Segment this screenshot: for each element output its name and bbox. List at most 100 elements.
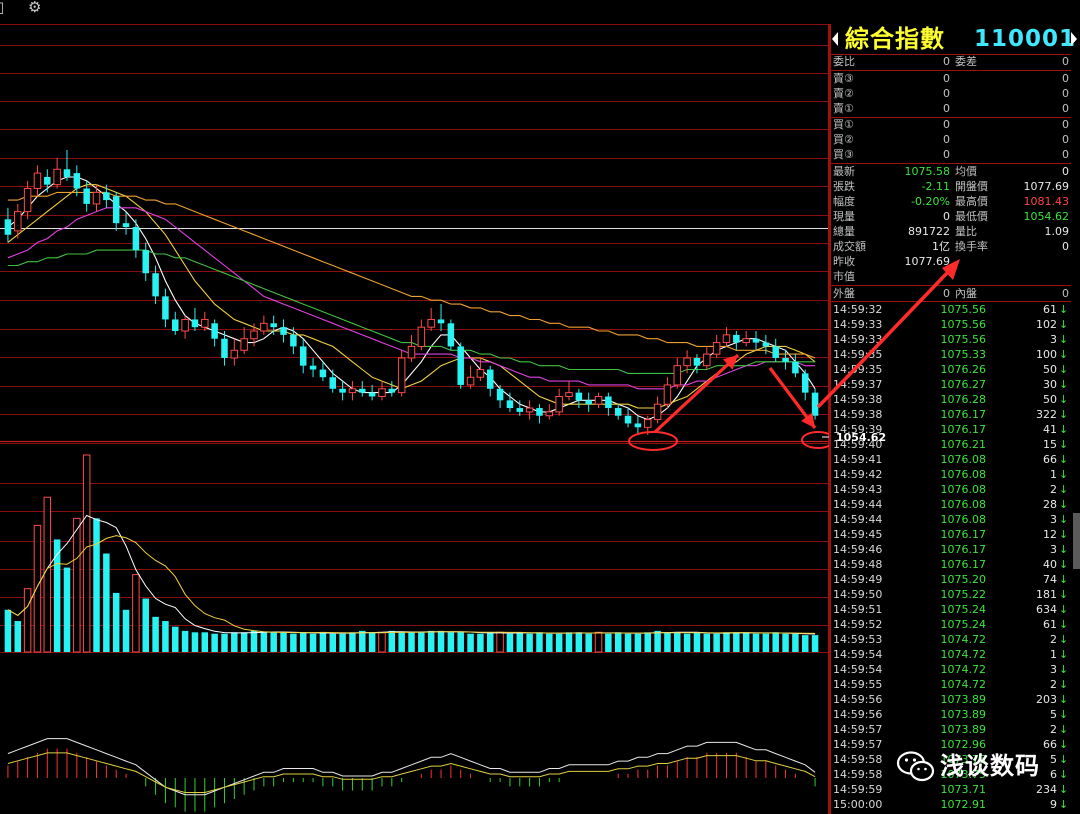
- candle-down: [309, 365, 317, 370]
- next-arrow-icon[interactable]: [1071, 32, 1077, 46]
- stat-label: 總量: [833, 225, 855, 238]
- down-arrow-icon: ↓: [1059, 423, 1069, 436]
- stat-label: 昨收: [833, 255, 855, 268]
- volume-bar-down: [349, 632, 356, 652]
- candle-up: [673, 365, 682, 386]
- tick-time: 14:59:41: [833, 453, 883, 466]
- volume-bar-up: [82, 454, 91, 653]
- prev-arrow-icon[interactable]: [832, 32, 838, 46]
- sell-label: 賣②: [833, 87, 854, 100]
- volume-bar-down: [703, 633, 711, 652]
- stat-value-2: 0: [1062, 165, 1069, 178]
- ratio-row: 委比 0 委差 0: [831, 54, 1071, 69]
- volume-bar-down: [211, 633, 218, 652]
- stat-value-2: 1081.43: [1023, 195, 1070, 208]
- candle-down: [733, 334, 740, 343]
- candle-down: [83, 188, 90, 204]
- volume-bar-down: [280, 632, 287, 652]
- tick-price: 1076.08: [940, 468, 987, 481]
- volume-bar-down: [221, 633, 228, 652]
- stat-row: 最新 1075.58 均價 0: [831, 164, 1071, 179]
- tick-time: 15:00:00: [833, 798, 883, 811]
- volume-bar-down: [516, 632, 524, 652]
- volume-bar-up: [378, 631, 386, 653]
- scrollbar[interactable]: [1073, 513, 1080, 569]
- stat-label: 成交額: [833, 240, 866, 253]
- tick-price: 1075.56: [940, 303, 987, 316]
- outer-label: 外盤: [833, 287, 855, 300]
- down-arrow-icon: ↓: [1059, 723, 1069, 736]
- ratio-diff-value: 0: [1062, 55, 1069, 68]
- volume-bar-down: [142, 598, 149, 652]
- volume-bar-down: [408, 632, 415, 652]
- volume-bar-down: [329, 633, 337, 652]
- volume-bar-down: [811, 635, 819, 652]
- tick-time: 14:59:35: [833, 363, 883, 376]
- candle-down: [172, 319, 179, 332]
- stat-label: 幅度: [833, 195, 855, 208]
- tick-time: 14:59:55: [833, 678, 883, 691]
- candle-down: [211, 323, 218, 339]
- tick-time: 14:59:35: [833, 348, 883, 361]
- tick-volume: 2: [1050, 678, 1057, 691]
- buy-row: 買③ 0 0: [831, 147, 1071, 162]
- down-arrow-icon: ↓: [1059, 543, 1069, 556]
- candle-up: [348, 388, 357, 394]
- volume-bar-down: [752, 633, 760, 652]
- down-arrow-icon: ↓: [1059, 408, 1069, 421]
- candle-down: [299, 346, 307, 366]
- candle-down: [792, 361, 799, 374]
- candle-down: [801, 373, 809, 393]
- volume-bar-down: [112, 592, 120, 652]
- candle-down: [782, 357, 789, 362]
- tick-time: 14:59:56: [833, 693, 883, 706]
- tick-row: 14:59:53 1074.72 2 ↓: [831, 632, 1071, 647]
- tick-volume: 28: [1043, 498, 1057, 511]
- volume-bar-down: [447, 632, 455, 652]
- volume-bar-down: [614, 632, 622, 652]
- volume-bar-up: [132, 574, 140, 653]
- candle-up: [722, 334, 731, 344]
- volume-bar-down: [388, 630, 396, 652]
- chart-area[interactable]: [0, 0, 829, 814]
- sell-volume: 0: [1062, 87, 1069, 100]
- tick-time: 14:59:59: [833, 783, 883, 796]
- tick-row: 14:59:52 1075.24 61 ↓: [831, 617, 1071, 632]
- tick-volume: 2: [1050, 483, 1057, 496]
- volume-bar-down: [565, 632, 573, 652]
- candle-down: [73, 173, 81, 189]
- volume-bar-down: [683, 633, 691, 652]
- buy-volume: 0: [1062, 133, 1069, 146]
- candle-up: [33, 172, 42, 190]
- candle-down: [634, 423, 642, 428]
- candle-down: [290, 334, 297, 347]
- tick-volume: 203: [1036, 693, 1057, 706]
- down-arrow-icon: ↓: [1059, 708, 1069, 721]
- candle-down: [162, 296, 169, 320]
- candle-up: [525, 407, 534, 413]
- tick-time: 14:59:42: [833, 468, 883, 481]
- stat-row: 總量 891722 量比 1.09: [831, 224, 1071, 239]
- candle-down: [112, 196, 120, 224]
- volume-bar-down: [290, 633, 297, 652]
- down-arrow-icon: ↓: [1059, 768, 1069, 781]
- candle-down: [506, 400, 514, 409]
- tick-time: 14:59:44: [833, 513, 883, 526]
- tick-time: 14:59:56: [833, 708, 883, 721]
- down-arrow-icon: ↓: [1059, 693, 1069, 706]
- tick-row: 14:59:33 1075.56 102 ↓: [831, 317, 1071, 332]
- tick-price: 1076.08: [940, 498, 987, 511]
- volume-bar-down: [398, 632, 405, 652]
- tick-row: 14:59:37 1076.27 30 ↓: [831, 377, 1071, 392]
- tick-volume: 1: [1050, 468, 1057, 481]
- stat-value: 1077.69: [904, 255, 951, 268]
- candle-down: [152, 273, 159, 297]
- candle-down: [457, 346, 464, 385]
- tick-price: 1075.20: [940, 573, 987, 586]
- index-code: 110001: [974, 26, 1077, 52]
- tick-time: 14:59:58: [833, 753, 883, 766]
- tick-time: 14:59:54: [833, 648, 883, 661]
- tick-row: 14:59:44 1076.08 28 ↓: [831, 497, 1071, 512]
- down-arrow-icon: ↓: [1059, 378, 1069, 391]
- tick-time: 14:59:57: [833, 738, 883, 751]
